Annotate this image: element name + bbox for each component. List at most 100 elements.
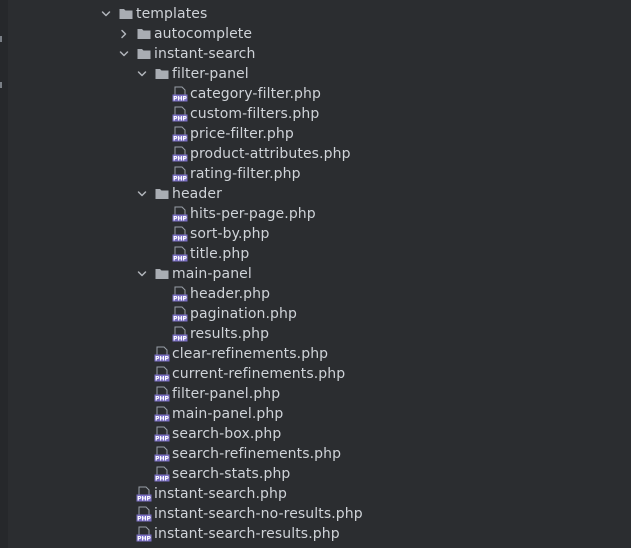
tree-item-label: search-box.php bbox=[172, 426, 282, 442]
tree-folder-row[interactable]: templates bbox=[0, 4, 631, 24]
svg-text:PHP: PHP bbox=[173, 96, 187, 102]
svg-text:PHP: PHP bbox=[155, 476, 169, 482]
svg-text:PHP: PHP bbox=[173, 216, 187, 222]
tree-file-row[interactable]: PHP search-box.php bbox=[0, 424, 631, 444]
tree-item-label: templates bbox=[136, 6, 208, 22]
folder-icon bbox=[118, 4, 134, 24]
tree-item-label: main-panel.php bbox=[172, 406, 284, 422]
svg-text:PHP: PHP bbox=[137, 516, 151, 522]
php-file-icon: PHP bbox=[172, 304, 188, 324]
tree-folder-row[interactable]: filter-panel bbox=[0, 64, 631, 84]
tree-item-label: instant-search-no-results.php bbox=[154, 506, 363, 522]
tree-item-label: autocomplete bbox=[154, 26, 253, 42]
tree-item-label: header bbox=[172, 186, 222, 202]
tree-file-row[interactable]: PHP product-attributes.php bbox=[0, 144, 631, 164]
tree-file-row[interactable]: PHP results.php bbox=[0, 324, 631, 344]
tree-folder-row[interactable]: header bbox=[0, 184, 631, 204]
php-file-icon: PHP bbox=[154, 464, 170, 484]
tree-item-label: main-panel bbox=[172, 266, 252, 282]
tree-folder-row[interactable]: main-panel bbox=[0, 264, 631, 284]
php-file-icon: PHP bbox=[172, 164, 188, 184]
php-file-icon: PHP bbox=[154, 424, 170, 444]
tree-item-label: results.php bbox=[190, 326, 270, 342]
tree-file-row[interactable]: PHP search-stats.php bbox=[0, 464, 631, 484]
tree-item-label: hits-per-page.php bbox=[190, 206, 316, 222]
tree-file-row[interactable]: PHP filter-panel.php bbox=[0, 384, 631, 404]
php-file-icon: PHP bbox=[136, 504, 152, 524]
tree-item-label: custom-filters.php bbox=[190, 106, 320, 122]
tree-item-label: title.php bbox=[190, 246, 250, 262]
tree-file-row[interactable]: PHP instant-search.php bbox=[0, 484, 631, 504]
tree-file-row[interactable]: PHP main-panel.php bbox=[0, 404, 631, 424]
tree-item-label: header.php bbox=[190, 286, 271, 302]
chevron-down-icon[interactable] bbox=[136, 184, 148, 204]
svg-text:PHP: PHP bbox=[173, 156, 187, 162]
folder-icon bbox=[154, 64, 170, 84]
tree-file-row[interactable]: PHP pagination.php bbox=[0, 304, 631, 324]
php-file-icon: PHP bbox=[154, 444, 170, 464]
php-file-icon: PHP bbox=[172, 124, 188, 144]
svg-text:PHP: PHP bbox=[173, 236, 187, 242]
tree-folder-row[interactable]: autocomplete bbox=[0, 24, 631, 44]
svg-text:PHP: PHP bbox=[173, 116, 187, 122]
tree-item-label: clear-refinements.php bbox=[172, 346, 329, 362]
tree-file-row[interactable]: PHP current-refinements.php bbox=[0, 364, 631, 384]
chevron-down-icon[interactable] bbox=[136, 64, 148, 84]
svg-text:PHP: PHP bbox=[155, 436, 169, 442]
project-file-tree: templates autocomplete instant-search filte… bbox=[0, 4, 631, 544]
php-file-icon: PHP bbox=[172, 324, 188, 344]
svg-text:PHP: PHP bbox=[155, 376, 169, 382]
php-file-icon: PHP bbox=[154, 364, 170, 384]
tree-item-label: instant-search bbox=[154, 46, 256, 62]
svg-text:PHP: PHP bbox=[137, 496, 151, 502]
tree-file-row[interactable]: PHP custom-filters.php bbox=[0, 104, 631, 124]
tree-item-label: filter-panel bbox=[172, 66, 249, 82]
tree-file-row[interactable]: PHP instant-search-results.php bbox=[0, 524, 631, 544]
svg-text:PHP: PHP bbox=[173, 136, 187, 142]
folder-icon bbox=[136, 44, 152, 64]
tree-item-label: sort-by.php bbox=[190, 226, 270, 242]
php-file-icon: PHP bbox=[172, 104, 188, 124]
svg-text:PHP: PHP bbox=[155, 416, 169, 422]
php-file-icon: PHP bbox=[172, 84, 188, 104]
svg-text:PHP: PHP bbox=[173, 176, 187, 182]
tree-item-label: filter-panel.php bbox=[172, 386, 281, 402]
tree-file-row[interactable]: PHP search-refinements.php bbox=[0, 444, 631, 464]
php-file-icon: PHP bbox=[136, 484, 152, 504]
php-file-icon: PHP bbox=[136, 524, 152, 544]
tree-file-row[interactable]: PHP rating-filter.php bbox=[0, 164, 631, 184]
php-file-icon: PHP bbox=[154, 404, 170, 424]
chevron-down-icon[interactable] bbox=[136, 264, 148, 284]
svg-text:PHP: PHP bbox=[173, 316, 187, 322]
svg-text:PHP: PHP bbox=[173, 336, 187, 342]
tree-folder-row[interactable]: instant-search bbox=[0, 44, 631, 64]
svg-text:PHP: PHP bbox=[155, 456, 169, 462]
tree-item-label: search-refinements.php bbox=[172, 446, 342, 462]
svg-text:PHP: PHP bbox=[155, 396, 169, 402]
chevron-down-icon[interactable] bbox=[100, 4, 112, 24]
chevron-down-icon[interactable] bbox=[118, 44, 130, 64]
php-file-icon: PHP bbox=[172, 224, 188, 244]
tree-item-label: product-attributes.php bbox=[190, 146, 351, 162]
php-file-icon: PHP bbox=[154, 384, 170, 404]
folder-icon bbox=[136, 24, 152, 44]
tree-item-label: category-filter.php bbox=[190, 86, 321, 102]
tree-file-row[interactable]: PHP sort-by.php bbox=[0, 224, 631, 244]
tree-file-row[interactable]: PHP category-filter.php bbox=[0, 84, 631, 104]
tree-item-label: instant-search-results.php bbox=[154, 526, 340, 542]
tree-file-row[interactable]: PHP price-filter.php bbox=[0, 124, 631, 144]
svg-text:PHP: PHP bbox=[173, 256, 187, 262]
folder-icon bbox=[154, 264, 170, 284]
svg-text:PHP: PHP bbox=[173, 296, 187, 302]
tree-file-row[interactable]: PHP instant-search-no-results.php bbox=[0, 504, 631, 524]
tree-file-row[interactable]: PHP header.php bbox=[0, 284, 631, 304]
php-file-icon: PHP bbox=[172, 244, 188, 264]
tree-file-row[interactable]: PHP hits-per-page.php bbox=[0, 204, 631, 224]
chevron-right-icon[interactable] bbox=[118, 24, 130, 44]
tree-item-label: price-filter.php bbox=[190, 126, 294, 142]
php-file-icon: PHP bbox=[154, 344, 170, 364]
php-file-icon: PHP bbox=[172, 284, 188, 304]
tree-file-row[interactable]: PHP title.php bbox=[0, 244, 631, 264]
tree-file-row[interactable]: PHP clear-refinements.php bbox=[0, 344, 631, 364]
tree-item-label: instant-search.php bbox=[154, 486, 287, 502]
